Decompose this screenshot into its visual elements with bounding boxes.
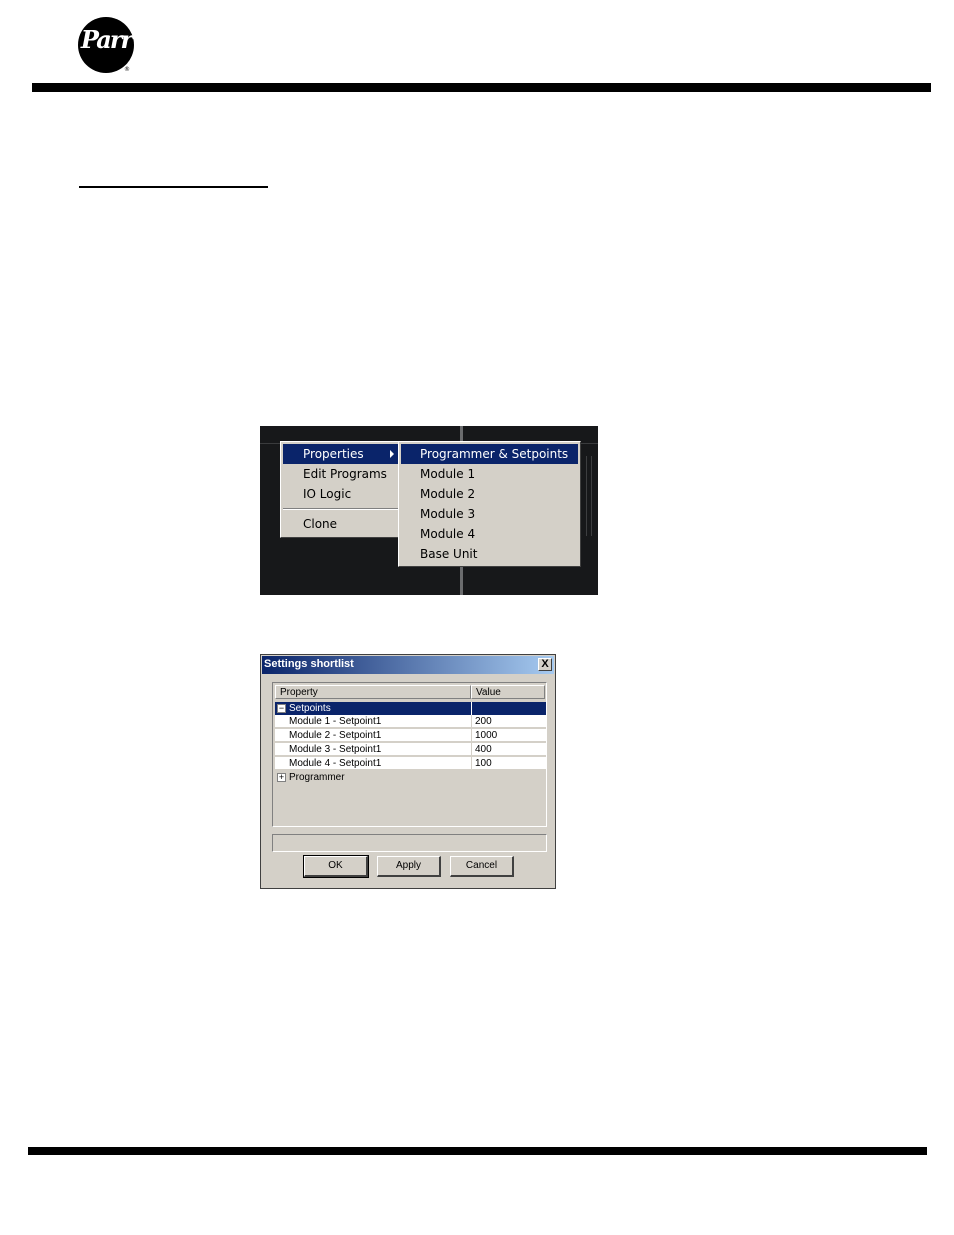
context-menu-screenshot: Properties Edit Programs IO Logic Clone … xyxy=(260,426,598,595)
cell-divider xyxy=(471,743,472,756)
dialog-title: Settings shortlist xyxy=(264,658,354,670)
cancel-button[interactable]: Cancel xyxy=(450,856,514,877)
properties-submenu: Programmer & Setpoints Module 1 Module 2… xyxy=(398,441,581,567)
parr-logo: Parr xyxy=(78,17,134,73)
cell-divider xyxy=(471,757,472,770)
property-value[interactable]: 200 xyxy=(475,715,492,728)
menu-item-properties[interactable]: Properties xyxy=(283,444,398,464)
ok-button[interactable]: OK xyxy=(303,855,369,878)
menu-item-clone[interactable]: Clone xyxy=(283,514,398,534)
registered-mark: ® xyxy=(124,66,130,73)
menu-item-io-logic[interactable]: IO Logic xyxy=(283,484,398,504)
table-row[interactable]: Module 3 - Setpoint1 400 xyxy=(275,743,546,756)
context-menu: Properties Edit Programs IO Logic Clone xyxy=(280,441,401,538)
group-row-programmer[interactable]: + Programmer xyxy=(275,771,546,784)
property-value[interactable]: 400 xyxy=(475,743,492,756)
group-row-setpoints[interactable]: − Setpoints xyxy=(275,702,546,715)
group-label: Programmer xyxy=(289,772,345,783)
heading-underline xyxy=(79,186,268,188)
property-name: Module 2 - Setpoint1 xyxy=(289,730,382,741)
menu-item-edit-programs[interactable]: Edit Programs xyxy=(283,464,398,484)
background-line xyxy=(591,456,592,536)
cell-divider xyxy=(471,715,472,728)
property-name: Module 1 - Setpoint1 xyxy=(289,716,382,727)
close-button[interactable]: X xyxy=(538,658,552,671)
cell-divider xyxy=(471,702,472,715)
menu-item-label: Properties xyxy=(303,447,364,461)
group-label: Setpoints xyxy=(289,703,331,714)
column-header-property[interactable]: Property xyxy=(275,685,471,699)
table-row[interactable]: Module 4 - Setpoint1 100 xyxy=(275,757,546,770)
submenu-arrow-icon xyxy=(390,450,394,458)
logo-wordmark: Parr xyxy=(80,25,133,54)
apply-button[interactable]: Apply xyxy=(377,856,441,877)
property-name: Module 3 - Setpoint1 xyxy=(289,744,382,755)
submenu-item-base-unit[interactable]: Base Unit xyxy=(401,544,578,564)
cell-divider xyxy=(471,729,472,742)
submenu-item-module-4[interactable]: Module 4 xyxy=(401,524,578,544)
collapse-icon[interactable]: − xyxy=(277,704,286,713)
table-row[interactable]: Module 2 - Setpoint1 1000 xyxy=(275,729,546,742)
table-row[interactable]: Module 1 - Setpoint1 200 xyxy=(275,715,546,728)
submenu-item-module-2[interactable]: Module 2 xyxy=(401,484,578,504)
footer-rule xyxy=(28,1147,927,1155)
property-name: Module 4 - Setpoint1 xyxy=(289,758,382,769)
property-grid: Property Value − Setpoints Module 1 - Se… xyxy=(272,682,547,827)
submenu-item-module-1[interactable]: Module 1 xyxy=(401,464,578,484)
menu-separator xyxy=(283,508,398,510)
submenu-item-module-3[interactable]: Module 3 xyxy=(401,504,578,524)
header-rule xyxy=(32,83,931,92)
property-value[interactable]: 1000 xyxy=(475,729,497,742)
background-line xyxy=(586,456,587,536)
settings-shortlist-dialog: Settings shortlist X Property Value − Se… xyxy=(260,654,556,889)
description-box xyxy=(272,834,547,852)
property-value[interactable]: 100 xyxy=(475,757,492,770)
expand-icon[interactable]: + xyxy=(277,773,286,782)
submenu-item-programmer-setpoints[interactable]: Programmer & Setpoints xyxy=(401,444,578,464)
dialog-titlebar: Settings shortlist X xyxy=(262,656,554,674)
column-header-value[interactable]: Value xyxy=(471,685,545,699)
